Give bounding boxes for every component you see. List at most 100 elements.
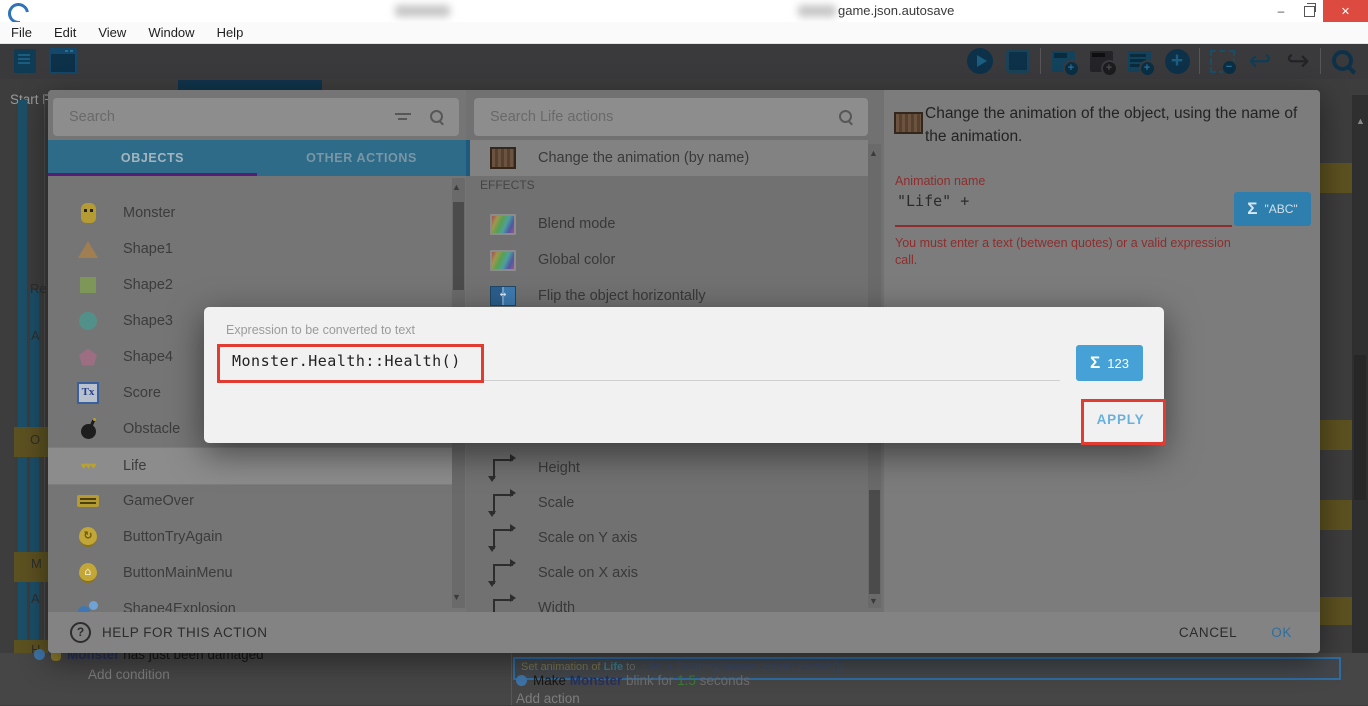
action-row-scale-on-x-axis[interactable]: Scale on X axis xyxy=(466,555,868,591)
retry-icon xyxy=(79,527,97,547)
ok-button[interactable]: OK xyxy=(1271,625,1292,640)
object-row-shape1[interactable]: Shape1 xyxy=(48,231,452,267)
scroll-up-icon[interactable]: ▲ xyxy=(1356,116,1365,126)
animation-name-input[interactable] xyxy=(895,191,1236,211)
animation-name-label: Animation name xyxy=(895,174,985,188)
triangle-icon xyxy=(78,241,98,258)
add-condition-link[interactable]: Add condition xyxy=(88,667,170,682)
redo-icon xyxy=(1286,48,1309,74)
action-list-scrollbar-thumb[interactable] xyxy=(869,490,880,594)
object-row-buttonmainmenu[interactable]: ButtonMainMenu xyxy=(48,555,452,591)
action-label: Scale xyxy=(538,495,574,511)
toolbar-add-circle-button[interactable] xyxy=(1158,43,1196,79)
action-row-scale[interactable]: Scale xyxy=(466,485,868,521)
event-text-fragment: Re xyxy=(30,281,47,296)
menu-file[interactable]: File xyxy=(0,25,43,40)
object-search-input[interactable] xyxy=(53,109,395,125)
hearts-icon xyxy=(81,461,96,472)
toolbar-separator xyxy=(1040,48,1041,74)
tab-other-actions[interactable]: OTHER ACTIONS xyxy=(257,140,466,176)
help-button[interactable]: ? HELP FOR THIS ACTION xyxy=(70,622,268,643)
play-icon xyxy=(967,48,993,74)
filter-icon[interactable] xyxy=(395,111,413,123)
objects-tab-bar: OBJECTS OTHER ACTIONS xyxy=(48,140,466,176)
minimize-button[interactable]: – xyxy=(1267,0,1295,22)
tab-objects[interactable]: OBJECTS xyxy=(48,140,257,176)
project-manager-icon xyxy=(14,49,36,73)
event-token: Life xyxy=(604,661,624,673)
object-row-buttontryagain[interactable]: ButtonTryAgain xyxy=(48,519,452,555)
blink-action-row[interactable]: Make Monster blink for 1.5 seconds xyxy=(516,673,750,688)
toolbar-add-subevent-button[interactable] xyxy=(1082,43,1120,79)
event-token: Make xyxy=(533,673,570,688)
redacted-title-blur xyxy=(395,5,450,17)
object-label: Shape1 xyxy=(123,241,173,257)
event-token: "Life" + ToString(Monster.Health::Health… xyxy=(638,661,843,673)
action-row-change-the-animation-by-name[interactable]: Change the animation (by name) xyxy=(466,140,868,176)
add-action-link[interactable]: Add action xyxy=(516,691,580,706)
object-row-shape2[interactable]: Shape2 xyxy=(48,267,452,303)
window-title: game.json.autosave xyxy=(838,3,954,18)
maximize-button[interactable] xyxy=(1295,0,1323,22)
object-label: Obstacle xyxy=(123,421,180,437)
object-label: ButtonTryAgain xyxy=(123,529,222,545)
field-error-message: You must enter a text (between quotes) o… xyxy=(895,235,1247,269)
toolbar-debug-button[interactable] xyxy=(999,43,1037,79)
event-text-fragment: O xyxy=(30,432,40,447)
scroll-up-icon[interactable]: ▲ xyxy=(869,148,878,158)
menu-edit[interactable]: Edit xyxy=(43,25,87,40)
toolbar-undo-button[interactable] xyxy=(1241,43,1279,79)
event-token: Set animation of xyxy=(521,661,604,673)
cancel-button[interactable]: CANCEL xyxy=(1179,625,1237,640)
scroll-down-icon[interactable]: ▼ xyxy=(452,592,461,602)
action-row-blend-mode[interactable]: Blend mode xyxy=(466,206,868,242)
toolbar-add-event-button[interactable] xyxy=(1044,43,1082,79)
scroll-down-icon[interactable]: ▼ xyxy=(869,596,878,606)
pentagon-icon xyxy=(79,349,97,366)
toolbar xyxy=(0,43,1368,79)
gameover-icon xyxy=(77,495,99,507)
object-label: ButtonMainMenu xyxy=(123,565,233,581)
object-row-monster[interactable]: Monster xyxy=(48,195,452,231)
sigma-icon: Σ xyxy=(1090,353,1100,373)
toolbar-play-button[interactable] xyxy=(961,43,999,79)
toolbar-project-manager-button[interactable] xyxy=(6,43,44,79)
tab-start-page[interactable]: Start P xyxy=(10,92,51,107)
open-number-expression-button[interactable]: Σ 123 xyxy=(1076,345,1143,381)
object-row-life[interactable]: Life xyxy=(48,447,452,485)
condition-icon xyxy=(34,649,45,660)
open-expression-editor-button[interactable]: Σ "ABC" xyxy=(1234,192,1311,226)
film-icon xyxy=(490,147,516,169)
menu-help[interactable]: Help xyxy=(206,25,255,40)
scroll-up-icon[interactable]: ▲ xyxy=(452,182,461,192)
object-list-scrollbar-thumb[interactable] xyxy=(453,202,464,290)
home-icon xyxy=(79,563,97,583)
dialog-footer: ? HELP FOR THIS ACTION CANCEL OK xyxy=(48,612,1320,653)
events-scrollbar-thumb[interactable] xyxy=(1354,355,1366,500)
toolbar-scene-editor-button[interactable] xyxy=(44,43,82,79)
action-row-scale-on-y-axis[interactable]: Scale on Y axis xyxy=(466,520,868,556)
close-button[interactable]: ✕ xyxy=(1323,0,1368,22)
menu-view[interactable]: View xyxy=(87,25,137,40)
menu-window[interactable]: Window xyxy=(137,25,205,40)
event-highlight xyxy=(1320,597,1352,625)
annotation-box-apply xyxy=(1081,399,1166,445)
maximize-icon xyxy=(1304,6,1315,17)
object-row-gameover[interactable]: GameOver xyxy=(48,483,452,519)
action-row-height[interactable]: Height xyxy=(466,450,868,486)
object-label: Life xyxy=(123,458,146,474)
event-token: blink for xyxy=(622,673,677,688)
toolbar-remove-selection-button[interactable] xyxy=(1203,43,1241,79)
action-row-global-color[interactable]: Global color xyxy=(466,242,868,278)
help-icon: ? xyxy=(70,622,91,643)
action-label: Height xyxy=(538,460,580,476)
size-icon xyxy=(493,529,513,549)
action-search-input[interactable] xyxy=(474,109,838,125)
search-icon xyxy=(429,109,445,125)
toolbar-search-button[interactable] xyxy=(1324,43,1362,79)
toolbar-add-comment-button[interactable] xyxy=(1120,43,1158,79)
action-description: Change the animation of the object, usin… xyxy=(925,102,1317,149)
redacted-title-blur xyxy=(798,5,836,17)
toolbar-redo-button[interactable] xyxy=(1279,43,1317,79)
remove-selection-icon xyxy=(1210,50,1235,73)
